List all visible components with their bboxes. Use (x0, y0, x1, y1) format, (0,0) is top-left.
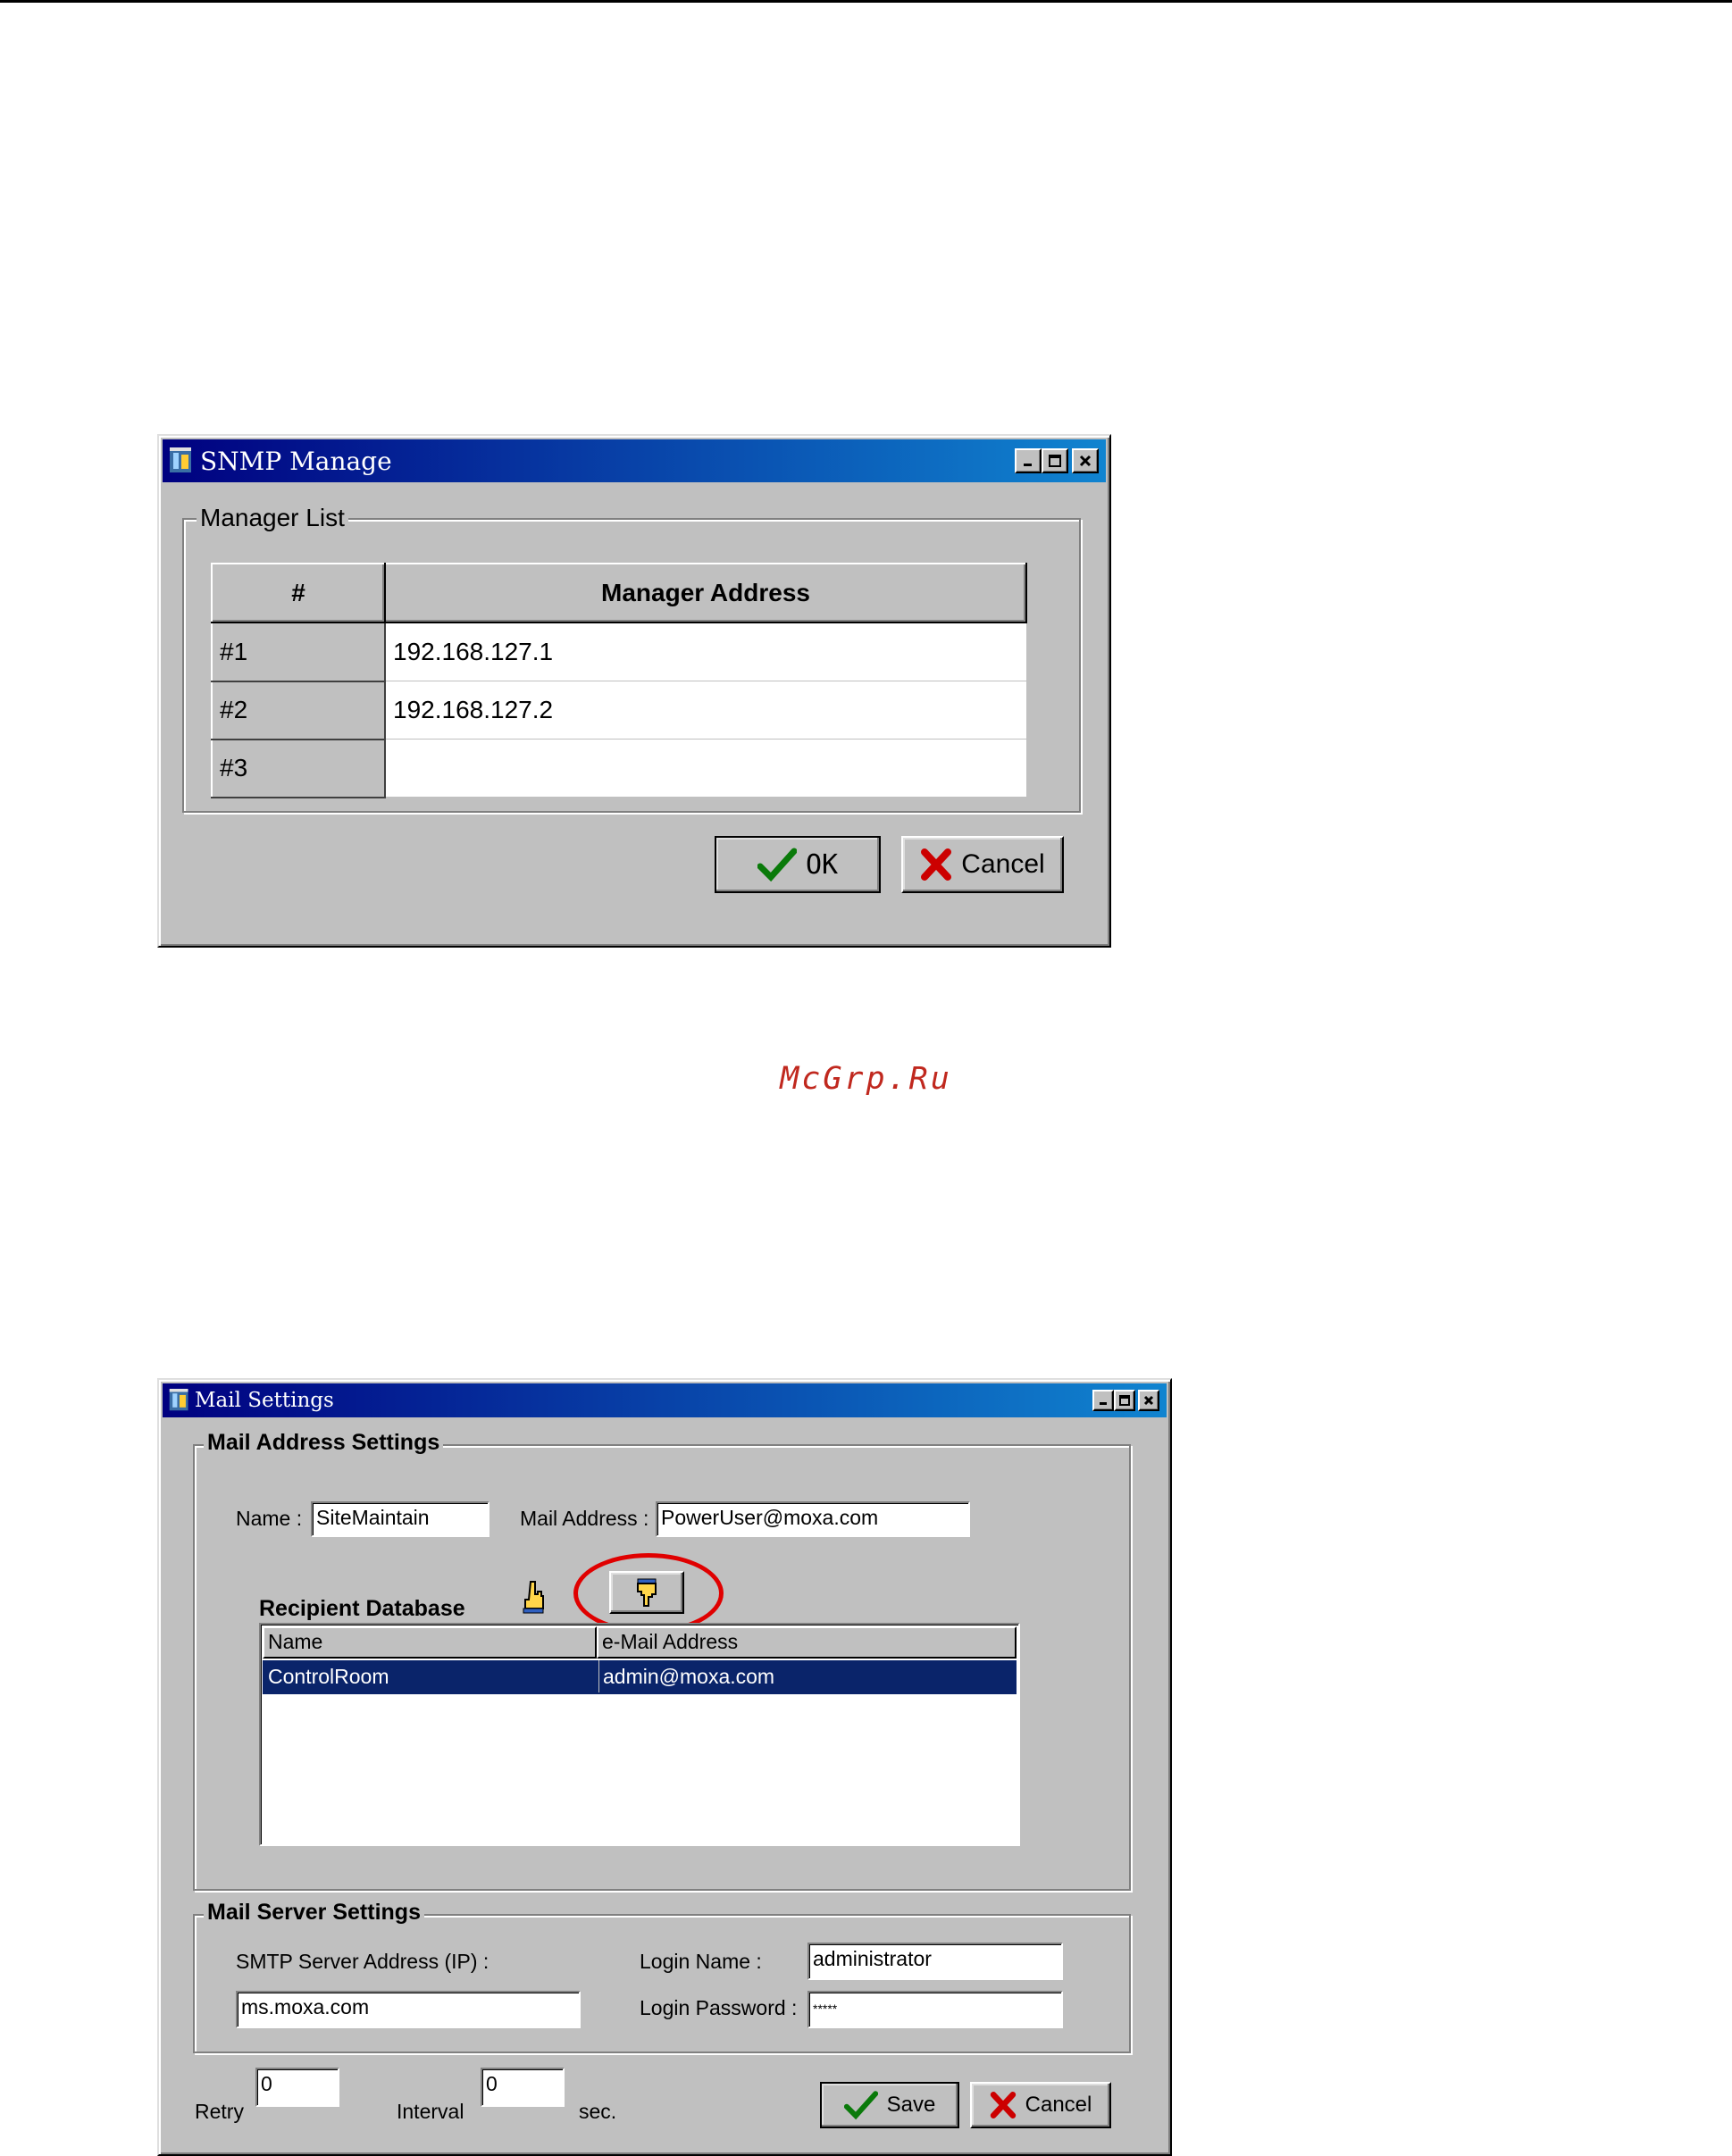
cancel-label: Cancel (1025, 2093, 1092, 2117)
save-label: Save (886, 2093, 936, 2117)
hand-up-icon (523, 1581, 544, 1614)
mail-address-settings-title: Mail Address Settings (204, 1430, 444, 1456)
x-icon (990, 2091, 1016, 2118)
recipient-database-title: Recipient Database (259, 1596, 465, 1621)
login-name-input[interactable]: administrator (807, 1943, 1063, 1980)
column-header-name[interactable]: Name (263, 1626, 597, 1659)
minimize-icon[interactable] (1092, 1390, 1114, 1411)
manager-list-group: Manager List # Manager Address #1 192.16… (182, 504, 1081, 813)
ok-label: OK (805, 848, 839, 881)
snmp-window-title: SNMP Manage (200, 446, 392, 476)
cancel-button[interactable]: Cancel (901, 836, 1064, 893)
close-icon[interactable] (1072, 448, 1099, 473)
mail-server-settings-title: Mail Server Settings (204, 1900, 424, 1926)
save-button[interactable]: Save (820, 2082, 959, 2128)
checkmark-icon (757, 848, 797, 882)
login-name-label: Login Name : (640, 1950, 762, 1973)
mail-titlebar[interactable]: Mail Settings (163, 1383, 1167, 1417)
mail-address-settings-group: Mail Address Settings Name : SiteMaintai… (193, 1430, 1131, 1891)
name-input[interactable]: SiteMaintain (311, 1501, 489, 1537)
watermark: McGrp.Ru (780, 1061, 952, 1097)
maximize-icon[interactable] (1114, 1390, 1135, 1411)
row-index: #2 (211, 680, 386, 740)
retry-input[interactable]: 0 (255, 2068, 339, 2107)
mail-address-input[interactable]: PowerUser@moxa.com (656, 1501, 970, 1537)
column-header-address[interactable]: Manager Address (384, 563, 1027, 623)
checkmark-icon (843, 2091, 878, 2120)
maximize-icon[interactable] (1042, 448, 1068, 473)
manager-address-cell[interactable]: 192.168.127.1 (385, 623, 1026, 681)
interval-label: Interval (397, 2100, 464, 2123)
manager-address-cell[interactable]: 192.168.127.2 (385, 681, 1026, 740)
column-header-email[interactable]: e-Mail Address (597, 1626, 1017, 1659)
app-icon (168, 446, 195, 476)
cancel-button[interactable]: Cancel (970, 2082, 1111, 2128)
column-header-index[interactable]: # (211, 563, 386, 623)
cancel-label: Cancel (961, 849, 1045, 879)
row-index: #3 (211, 738, 386, 798)
mail-window-title: Mail Settings (195, 1389, 334, 1412)
table-header-row: # Manager Address (211, 563, 1027, 623)
mail-address-label: Mail Address : (520, 1507, 649, 1530)
login-password-input[interactable]: ***** (807, 1991, 1063, 2028)
interval-input[interactable]: 0 (481, 2068, 565, 2107)
smtp-label: SMTP Server Address (IP) : (236, 1950, 489, 1973)
recipient-email: admin@moxa.com (598, 1660, 774, 1692)
add-recipient-button[interactable] (520, 1580, 547, 1614)
mail-settings-window: Mail Settings Mail Address Settings Name… (157, 1378, 1172, 2156)
manager-address-cell[interactable] (385, 739, 1026, 798)
interval-unit-label: sec. (579, 2100, 617, 2123)
row-index: #1 (211, 622, 386, 682)
mail-server-settings-group: Mail Server Settings SMTP Server Address… (193, 1900, 1131, 2053)
snmp-manage-window: SNMP Manage Manager List # Manager Addre… (157, 434, 1111, 948)
page-top-rule (0, 0, 1732, 3)
recipient-name: ControlRoom (268, 1665, 389, 1688)
app-icon (168, 1387, 191, 1414)
ok-button[interactable]: OK (715, 836, 881, 893)
snmp-titlebar[interactable]: SNMP Manage (163, 439, 1106, 482)
table-row[interactable]: #2 192.168.127.2 (211, 680, 1026, 740)
login-password-label: Login Password : (640, 1996, 798, 2019)
manager-list-title: Manager List (197, 504, 348, 532)
table-row[interactable]: #1 192.168.127.1 (211, 622, 1026, 682)
table-row[interactable]: #3 (211, 738, 1026, 798)
list-item[interactable]: ControlRoom admin@moxa.com (263, 1660, 1017, 1694)
manager-table: # Manager Address #1 192.168.127.1 #2 19… (211, 563, 1027, 798)
recipient-list[interactable]: Name e-Mail Address ControlRoom admin@mo… (259, 1623, 1020, 1846)
minimize-icon[interactable] (1015, 448, 1042, 473)
highlight-circle (573, 1553, 724, 1634)
retry-label: Retry (195, 2100, 244, 2123)
x-icon (921, 848, 952, 881)
name-label: Name : (236, 1507, 303, 1530)
close-icon[interactable] (1138, 1390, 1159, 1411)
smtp-server-input[interactable]: ms.moxa.com (236, 1991, 581, 2028)
